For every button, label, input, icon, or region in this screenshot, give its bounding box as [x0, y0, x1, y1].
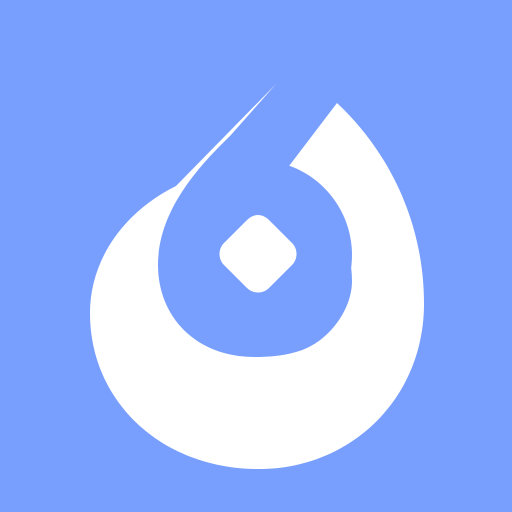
app-icon-canvas	[0, 0, 512, 512]
stylized-six-logo-icon	[0, 0, 512, 512]
